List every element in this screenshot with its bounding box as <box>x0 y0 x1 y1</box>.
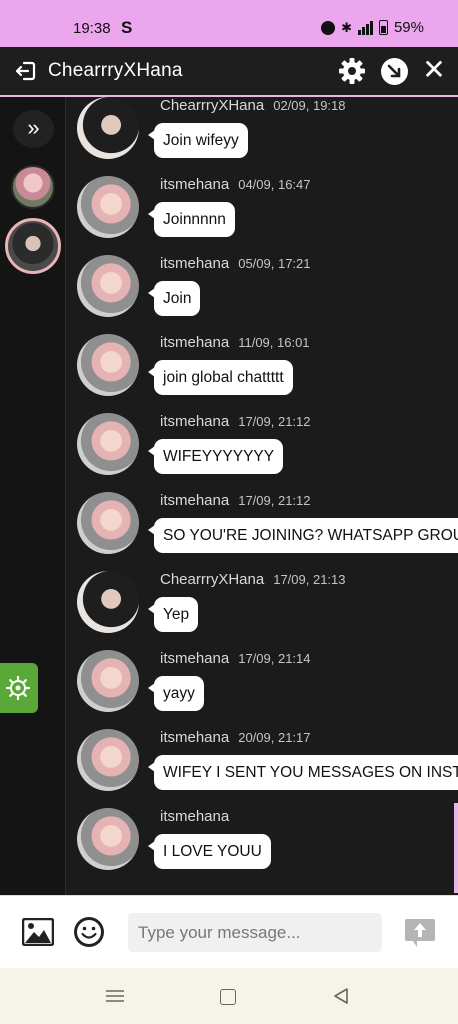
conversation-avatar[interactable] <box>11 165 55 209</box>
message-time: 05/09, 17:21 <box>238 256 311 271</box>
avatar[interactable] <box>77 729 139 791</box>
message-bubble: Join <box>147 281 201 316</box>
message-username: itsmehana <box>160 413 230 430</box>
message-time: 11/09, 16:01 <box>238 335 310 350</box>
message-item: itsmehana 05/09, 17:21 Join <box>67 255 458 334</box>
message-item: itsmehana 20/09, 21:17 WIFEY I SENT YOU M… <box>67 729 458 808</box>
message-meta: itsmehana 04/09, 16:47 <box>160 176 311 193</box>
chat-header: ChearrryXHana ✕ <box>0 47 458 95</box>
message-item: itsmehana 17/09, 21:12 WIFEYYYYYYY <box>67 413 458 492</box>
message-time: 04/09, 16:47 <box>238 177 311 192</box>
battery-percent: 59% <box>393 19 424 36</box>
gear-icon <box>5 675 31 701</box>
battery-icon <box>378 20 388 35</box>
message-meta: itsmehana 17/09, 21:12 <box>160 413 311 430</box>
popout-button[interactable] <box>381 58 408 85</box>
message-item: ChearrryXHana 02/09, 19:18 Join wifeyy <box>67 97 458 176</box>
message-meta: itsmehana 17/09, 21:14 <box>160 650 311 667</box>
message-time: 17/09, 21:14 <box>238 651 311 666</box>
alarm-icon <box>321 20 336 35</box>
active-conversation-avatar[interactable] <box>5 218 61 274</box>
message-username: itsmehana <box>160 492 230 509</box>
message-meta: ChearrryXHana 02/09, 19:18 <box>160 97 346 114</box>
scroll-indicator[interactable] <box>454 803 458 893</box>
avatar[interactable] <box>77 97 139 159</box>
home-icon[interactable] <box>220 989 236 1005</box>
message-username: ChearrryXHana <box>160 97 265 114</box>
chat-title: ChearrryXHana <box>48 60 183 81</box>
message-bubble: I LOVE YOUU <box>148 834 271 869</box>
avatar[interactable] <box>77 650 139 712</box>
avatar[interactable] <box>77 492 139 554</box>
gear-icon[interactable] <box>338 57 366 85</box>
message-username: itsmehana <box>160 334 230 351</box>
message-username: ChearrryXHana <box>160 571 265 588</box>
message-time: 17/09, 21:12 <box>238 414 311 429</box>
message-bubble: Joinnnnn <box>148 202 235 237</box>
message-item: itsmehana 17/09, 21:14 yayy <box>67 650 458 729</box>
message-meta: itsmehana <box>160 808 238 825</box>
avatar[interactable] <box>77 334 139 396</box>
message-bubble: WIFEY I SENT YOU MESSAGES ON INSTA <box>147 755 458 790</box>
settings-tab-button[interactable] <box>0 663 38 713</box>
status-time: 19:38 <box>73 20 111 37</box>
message-item: ChearrryXHana 17/09, 21:13 Yep <box>67 571 458 650</box>
message-bubble: Yep <box>147 597 199 632</box>
avatar[interactable] <box>77 176 139 238</box>
message-list[interactable]: ChearrryXHana 02/09, 19:18 Join wifeyy it… <box>67 97 458 895</box>
message-meta: itsmehana 05/09, 17:21 <box>160 255 311 272</box>
message-input[interactable] <box>128 913 382 952</box>
message-meta: itsmehana 17/09, 21:12 <box>160 492 311 509</box>
close-icon[interactable]: ✕ <box>421 55 447 85</box>
message-composer <box>0 895 458 968</box>
avatar[interactable] <box>77 413 139 475</box>
message-username: itsmehana <box>160 808 230 825</box>
bluetooth-icon: ✱ <box>341 19 352 35</box>
message-username: itsmehana <box>160 729 230 746</box>
avatar[interactable] <box>77 255 139 317</box>
avatar[interactable] <box>77 808 139 870</box>
message-username: itsmehana <box>160 255 230 272</box>
expand-sidebar-button[interactable]: » <box>13 110 54 148</box>
image-upload-icon[interactable] <box>22 918 54 946</box>
avatar[interactable] <box>77 571 139 633</box>
message-meta: itsmehana 20/09, 21:17 <box>160 729 311 746</box>
conversation-sidebar: » <box>0 97 66 895</box>
status-icons: ✱ 59% <box>321 19 424 36</box>
message-time: 17/09, 21:13 <box>273 572 346 587</box>
system-nav-bar <box>0 968 458 1024</box>
message-bubble: WIFEYYYYYYY <box>147 439 284 474</box>
recent-apps-icon[interactable] <box>106 989 124 1003</box>
exit-icon[interactable] <box>14 59 38 83</box>
message-time: 17/09, 21:12 <box>238 493 311 508</box>
app-notification-icon: S <box>121 18 133 37</box>
message-item: itsmehana I LOVE YOUU <box>67 808 458 887</box>
message-username: itsmehana <box>160 650 230 667</box>
emoji-icon[interactable] <box>73 916 105 948</box>
popout-icon <box>387 64 401 78</box>
message-meta: ChearrryXHana 17/09, 21:13 <box>160 571 346 588</box>
message-time: 20/09, 21:17 <box>238 730 311 745</box>
send-arrow-icon[interactable] <box>404 917 436 949</box>
message-bubble: Join wifeyy <box>148 123 248 158</box>
message-username: itsmehana <box>160 176 230 193</box>
message-bubble: yayy <box>148 676 204 711</box>
back-icon[interactable] <box>333 987 349 1005</box>
message-item: itsmehana 04/09, 16:47 Joinnnnn <box>67 176 458 255</box>
status-bar: 19:38 S ✱ 59% <box>0 0 458 47</box>
message-meta: itsmehana 11/09, 16:01 <box>160 334 310 351</box>
message-bubble: SO YOU'RE JOINING? WHATSAPP GROUP? <box>148 518 458 553</box>
message-time: 02/09, 19:18 <box>273 98 346 113</box>
signal-icon <box>357 20 373 35</box>
message-item: itsmehana 17/09, 21:12 SO YOU'RE JOINING?… <box>67 492 458 571</box>
message-item: itsmehana 11/09, 16:01 join global chattt… <box>67 334 458 413</box>
message-bubble: join global chattttt <box>148 360 293 395</box>
